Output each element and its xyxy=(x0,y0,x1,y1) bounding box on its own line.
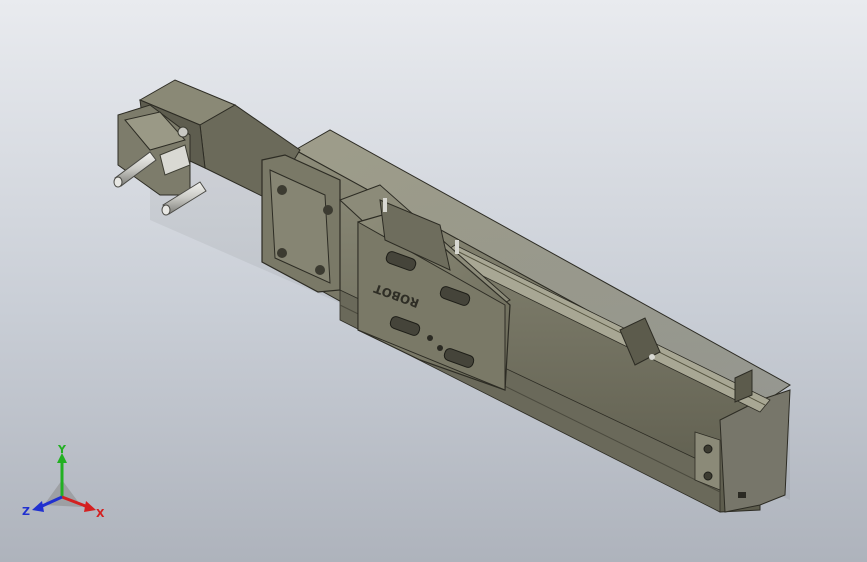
carriage-pin-2 xyxy=(455,240,459,254)
end-plate xyxy=(694,431,721,491)
end-screw-top xyxy=(703,444,713,454)
x-axis-arrow xyxy=(84,501,96,512)
carriage-hole-1 xyxy=(427,335,433,341)
cad-viewport[interactable]: ROBOT Y X Z xyxy=(0,0,867,562)
rail-stop-screw xyxy=(649,354,655,360)
x-axis-label: X xyxy=(96,507,105,520)
flange-screw-4 xyxy=(315,265,325,275)
end-notch xyxy=(738,492,746,498)
mount-screw xyxy=(177,126,189,138)
flange-screw-3 xyxy=(277,248,287,258)
end-screw-bottom xyxy=(703,471,713,481)
carriage-hole-2 xyxy=(437,345,443,351)
flange-screw-2 xyxy=(323,205,333,215)
flange-screw-1 xyxy=(277,185,287,195)
z-axis-label: Z xyxy=(22,505,30,518)
linear-actuator-model[interactable]: ROBOT xyxy=(0,0,867,562)
y-axis-label: Y xyxy=(57,445,67,456)
z-axis-arrow xyxy=(32,501,44,512)
carriage-pin-1 xyxy=(383,198,387,212)
orientation-triad[interactable]: Y X Z xyxy=(20,445,110,525)
